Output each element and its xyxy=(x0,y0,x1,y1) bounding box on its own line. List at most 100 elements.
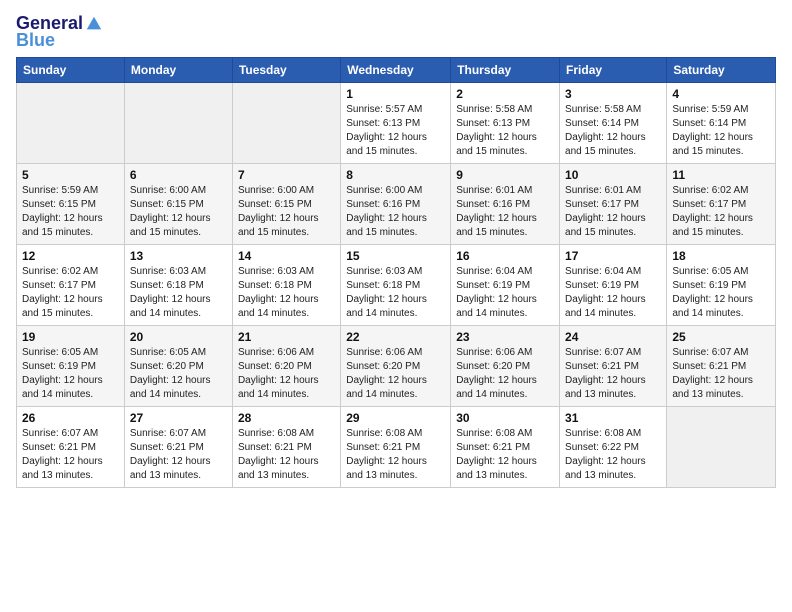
day-info: Sunrise: 6:02 AM Sunset: 6:17 PM Dayligh… xyxy=(22,265,119,321)
calendar-cell: 14 Sunrise: 6:03 AM Sunset: 6:18 PM Dayli… xyxy=(232,244,340,325)
day-number: 3 xyxy=(565,87,661,101)
calendar-cell: 17 Sunrise: 6:04 AM Sunset: 6:19 PM Dayli… xyxy=(560,244,667,325)
calendar-week-row: 12 Sunrise: 6:02 AM Sunset: 6:17 PM Dayli… xyxy=(17,244,776,325)
day-number: 26 xyxy=(22,411,119,425)
header: General Blue xyxy=(16,10,776,51)
day-info: Sunrise: 6:04 AM Sunset: 6:19 PM Dayligh… xyxy=(456,265,554,321)
calendar-week-row: 26 Sunrise: 6:07 AM Sunset: 6:21 PM Dayli… xyxy=(17,406,776,487)
calendar-cell: 18 Sunrise: 6:05 AM Sunset: 6:19 PM Dayli… xyxy=(667,244,776,325)
day-number: 12 xyxy=(22,249,119,263)
day-info: Sunrise: 6:07 AM Sunset: 6:21 PM Dayligh… xyxy=(565,346,661,402)
header-monday: Monday xyxy=(124,57,232,82)
day-number: 10 xyxy=(565,168,661,182)
day-info: Sunrise: 5:58 AM Sunset: 6:14 PM Dayligh… xyxy=(565,103,661,159)
logo-icon xyxy=(85,15,103,33)
calendar-cell: 2 Sunrise: 5:58 AM Sunset: 6:13 PM Daylig… xyxy=(451,82,560,163)
header-wednesday: Wednesday xyxy=(341,57,451,82)
day-number: 20 xyxy=(130,330,227,344)
day-number: 13 xyxy=(130,249,227,263)
calendar-week-row: 1Sunrise: 5:57 AM Sunset: 6:13 PM Daylig… xyxy=(17,82,776,163)
day-info: Sunrise: 6:07 AM Sunset: 6:21 PM Dayligh… xyxy=(672,346,770,402)
day-info: Sunrise: 6:00 AM Sunset: 6:16 PM Dayligh… xyxy=(346,184,445,240)
calendar-cell: 31 Sunrise: 6:08 AM Sunset: 6:22 PM Dayli… xyxy=(560,406,667,487)
header-tuesday: Tuesday xyxy=(232,57,340,82)
calendar-cell: 28 Sunrise: 6:08 AM Sunset: 6:21 PM Dayli… xyxy=(232,406,340,487)
day-info: Sunrise: 6:07 AM Sunset: 6:21 PM Dayligh… xyxy=(130,427,227,483)
calendar-cell: 23 Sunrise: 6:06 AM Sunset: 6:20 PM Dayli… xyxy=(451,325,560,406)
calendar-cell: 3 Sunrise: 5:58 AM Sunset: 6:14 PM Daylig… xyxy=(560,82,667,163)
calendar-cell: 13 Sunrise: 6:03 AM Sunset: 6:18 PM Dayli… xyxy=(124,244,232,325)
day-number: 28 xyxy=(238,411,335,425)
calendar-cell: 1Sunrise: 5:57 AM Sunset: 6:13 PM Daylig… xyxy=(341,82,451,163)
day-number: 15 xyxy=(346,249,445,263)
calendar-cell: 10 Sunrise: 6:01 AM Sunset: 6:17 PM Dayli… xyxy=(560,163,667,244)
day-info: Sunrise: 6:08 AM Sunset: 6:22 PM Dayligh… xyxy=(565,427,661,483)
day-number: 11 xyxy=(672,168,770,182)
day-info: Sunrise: 6:04 AM Sunset: 6:19 PM Dayligh… xyxy=(565,265,661,321)
calendar-cell: 8Sunrise: 6:00 AM Sunset: 6:16 PM Daylig… xyxy=(341,163,451,244)
day-info: Sunrise: 6:00 AM Sunset: 6:15 PM Dayligh… xyxy=(130,184,227,240)
day-number: 2 xyxy=(456,87,554,101)
day-info: Sunrise: 6:01 AM Sunset: 6:17 PM Dayligh… xyxy=(565,184,661,240)
calendar-cell: 9 Sunrise: 6:01 AM Sunset: 6:16 PM Daylig… xyxy=(451,163,560,244)
day-number: 9 xyxy=(456,168,554,182)
day-number: 19 xyxy=(22,330,119,344)
calendar-cell: 5Sunrise: 5:59 AM Sunset: 6:15 PM Daylig… xyxy=(17,163,125,244)
day-info: Sunrise: 6:07 AM Sunset: 6:21 PM Dayligh… xyxy=(22,427,119,483)
calendar-table: Sunday Monday Tuesday Wednesday Thursday… xyxy=(16,57,776,488)
calendar-cell xyxy=(232,82,340,163)
day-info: Sunrise: 6:05 AM Sunset: 6:19 PM Dayligh… xyxy=(22,346,119,402)
calendar-cell xyxy=(17,82,125,163)
day-number: 17 xyxy=(565,249,661,263)
day-number: 25 xyxy=(672,330,770,344)
calendar-cell: 15Sunrise: 6:03 AM Sunset: 6:18 PM Dayli… xyxy=(341,244,451,325)
calendar-header-row: Sunday Monday Tuesday Wednesday Thursday… xyxy=(17,57,776,82)
header-friday: Friday xyxy=(560,57,667,82)
day-number: 22 xyxy=(346,330,445,344)
calendar-cell: 11 Sunrise: 6:02 AM Sunset: 6:17 PM Dayli… xyxy=(667,163,776,244)
day-number: 18 xyxy=(672,249,770,263)
day-info: Sunrise: 6:06 AM Sunset: 6:20 PM Dayligh… xyxy=(238,346,335,402)
day-number: 1 xyxy=(346,87,445,101)
calendar-cell xyxy=(124,82,232,163)
calendar-cell: 25 Sunrise: 6:07 AM Sunset: 6:21 PM Dayli… xyxy=(667,325,776,406)
calendar-week-row: 19 Sunrise: 6:05 AM Sunset: 6:19 PM Dayli… xyxy=(17,325,776,406)
day-number: 6 xyxy=(130,168,227,182)
calendar-cell: 30 Sunrise: 6:08 AM Sunset: 6:21 PM Dayli… xyxy=(451,406,560,487)
calendar-cell: 6 Sunrise: 6:00 AM Sunset: 6:15 PM Daylig… xyxy=(124,163,232,244)
day-info: Sunrise: 6:03 AM Sunset: 6:18 PM Dayligh… xyxy=(238,265,335,321)
day-number: 16 xyxy=(456,249,554,263)
day-info: Sunrise: 6:08 AM Sunset: 6:21 PM Dayligh… xyxy=(456,427,554,483)
calendar-cell: 22Sunrise: 6:06 AM Sunset: 6:20 PM Dayli… xyxy=(341,325,451,406)
day-number: 30 xyxy=(456,411,554,425)
calendar-cell: 20 Sunrise: 6:05 AM Sunset: 6:20 PM Dayli… xyxy=(124,325,232,406)
header-saturday: Saturday xyxy=(667,57,776,82)
page: General Blue Sunday Monday Tuesday Wedne… xyxy=(0,0,792,612)
calendar-cell: 27Sunrise: 6:07 AM Sunset: 6:21 PM Dayli… xyxy=(124,406,232,487)
day-info: Sunrise: 6:08 AM Sunset: 6:21 PM Dayligh… xyxy=(238,427,335,483)
day-info: Sunrise: 6:05 AM Sunset: 6:19 PM Dayligh… xyxy=(672,265,770,321)
day-info: Sunrise: 6:05 AM Sunset: 6:20 PM Dayligh… xyxy=(130,346,227,402)
day-number: 23 xyxy=(456,330,554,344)
day-number: 14 xyxy=(238,249,335,263)
day-info: Sunrise: 6:03 AM Sunset: 6:18 PM Dayligh… xyxy=(130,265,227,321)
day-number: 24 xyxy=(565,330,661,344)
header-thursday: Thursday xyxy=(451,57,560,82)
logo: General Blue xyxy=(16,14,103,51)
calendar-cell: 16 Sunrise: 6:04 AM Sunset: 6:19 PM Dayli… xyxy=(451,244,560,325)
day-number: 31 xyxy=(565,411,661,425)
calendar-cell: 19 Sunrise: 6:05 AM Sunset: 6:19 PM Dayli… xyxy=(17,325,125,406)
header-sunday: Sunday xyxy=(17,57,125,82)
calendar-cell: 7Sunrise: 6:00 AM Sunset: 6:15 PM Daylig… xyxy=(232,163,340,244)
calendar-cell xyxy=(667,406,776,487)
day-number: 29 xyxy=(346,411,445,425)
day-info: Sunrise: 6:06 AM Sunset: 6:20 PM Dayligh… xyxy=(456,346,554,402)
day-info: Sunrise: 6:02 AM Sunset: 6:17 PM Dayligh… xyxy=(672,184,770,240)
day-info: Sunrise: 5:58 AM Sunset: 6:13 PM Dayligh… xyxy=(456,103,554,159)
day-info: Sunrise: 6:01 AM Sunset: 6:16 PM Dayligh… xyxy=(456,184,554,240)
day-info: Sunrise: 6:00 AM Sunset: 6:15 PM Dayligh… xyxy=(238,184,335,240)
calendar-cell: 21Sunrise: 6:06 AM Sunset: 6:20 PM Dayli… xyxy=(232,325,340,406)
day-info: Sunrise: 5:59 AM Sunset: 6:14 PM Dayligh… xyxy=(672,103,770,159)
calendar-week-row: 5Sunrise: 5:59 AM Sunset: 6:15 PM Daylig… xyxy=(17,163,776,244)
calendar-cell: 24 Sunrise: 6:07 AM Sunset: 6:21 PM Dayli… xyxy=(560,325,667,406)
